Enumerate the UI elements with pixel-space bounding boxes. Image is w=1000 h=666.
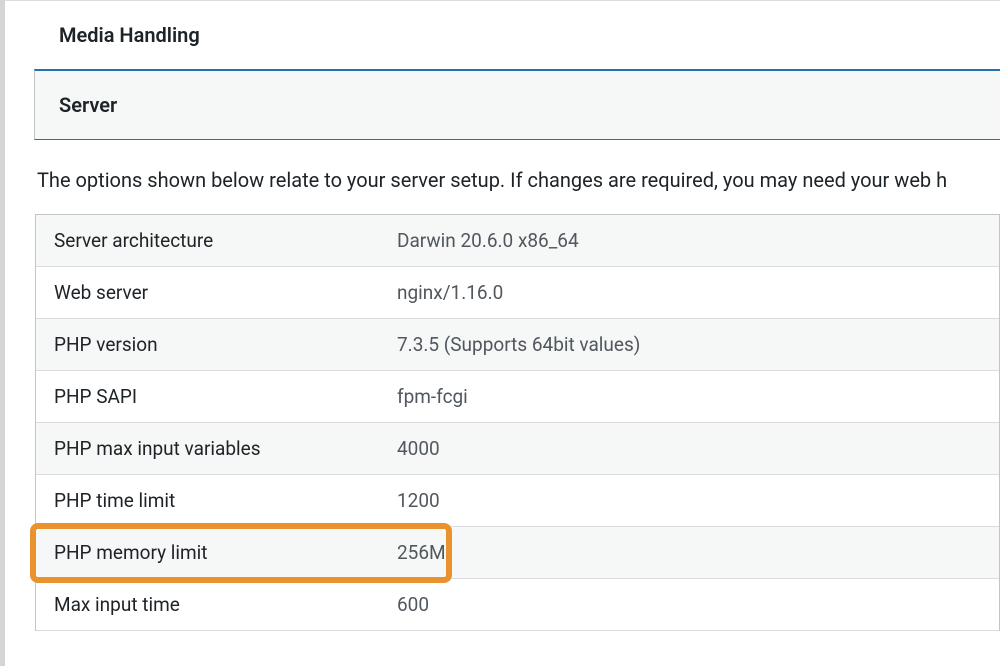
table-row: Web servernginx/1.16.0 — [36, 267, 999, 319]
info-value: 7.3.5 (Supports 64bit values) — [379, 319, 999, 371]
info-label: PHP time limit — [36, 475, 379, 527]
table-row: PHP memory limit256M — [36, 527, 999, 579]
info-label: PHP SAPI — [36, 371, 379, 423]
table-row: PHP version7.3.5 (Supports 64bit values) — [36, 319, 999, 371]
server-info-table: Server architectureDarwin 20.6.0 x86_64W… — [35, 214, 1000, 631]
table-row: PHP time limit1200 — [36, 475, 999, 527]
info-value: nginx/1.16.0 — [379, 267, 999, 319]
table-row: PHP max input variables4000 — [36, 423, 999, 475]
info-value: 4000 — [379, 423, 999, 475]
info-label: PHP memory limit — [36, 527, 379, 579]
info-label: Server architecture — [36, 215, 379, 267]
info-value: fpm-fcgi — [379, 371, 999, 423]
info-value: 1200 — [379, 475, 999, 527]
info-label: PHP version — [36, 319, 379, 371]
info-value: 600 — [379, 579, 999, 631]
info-label: Max input time — [36, 579, 379, 631]
table-row: Server architectureDarwin 20.6.0 x86_64 — [36, 215, 999, 267]
server-description: The options shown below relate to your s… — [35, 140, 1000, 214]
info-label: PHP max input variables — [36, 423, 379, 475]
info-value: Darwin 20.6.0 x86_64 — [379, 215, 999, 267]
section-header-server[interactable]: Server — [34, 69, 1000, 140]
table-row: PHP SAPIfpm-fcgi — [36, 371, 999, 423]
section-header-media-handling[interactable]: Media Handling — [35, 1, 1000, 69]
info-label: Web server — [36, 267, 379, 319]
table-row: Max input time600 — [36, 579, 999, 631]
info-value: 256M — [379, 527, 999, 579]
